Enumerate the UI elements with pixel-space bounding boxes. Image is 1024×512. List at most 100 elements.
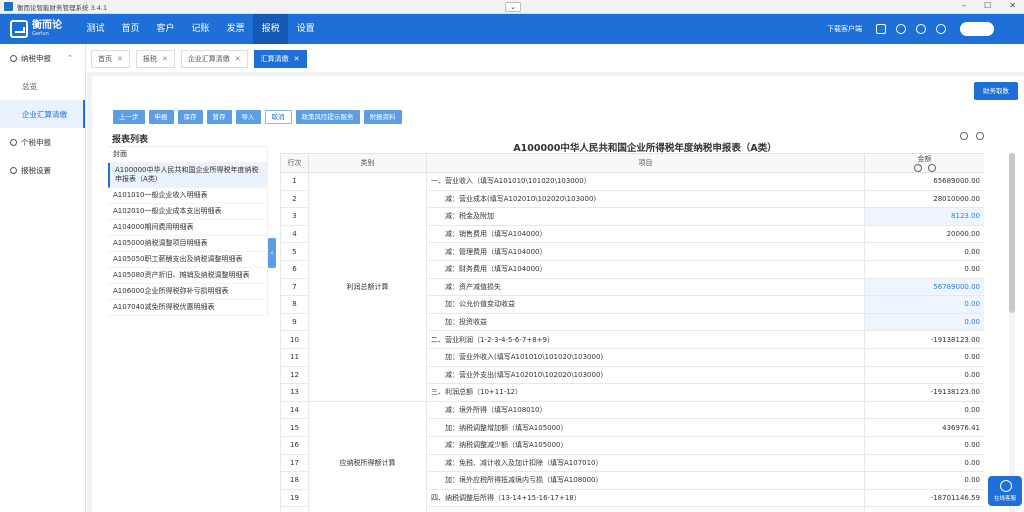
item-cell: 减：营业成本(填写A102010\102020\103000) [426,189,865,209]
sidebar-group-label: 个税申报 [21,137,51,147]
close-button[interactable]: ✕ [1009,1,1016,10]
collapse-list-handle[interactable]: ‹ [268,238,276,268]
tab-bar: 首页 ✕ 报税 ✕ 企业汇算清缴 ✕ 汇算清缴 ✕ [87,48,1024,70]
amount-cell: 0.00 [864,242,984,261]
sidebar-group-personal-tax[interactable]: 个税申报 [0,128,85,156]
sidebar-group-tax-settings[interactable]: 报税设置 [0,156,85,184]
amount-cell[interactable]: 56789000.00 [864,277,984,297]
sidebar-item-overview[interactable]: 总览 [0,72,85,100]
amount-cell[interactable]: 0.00 [864,295,984,314]
close-icon[interactable]: ✕ [162,55,168,63]
temp-save-button[interactable]: 暂存 [206,110,232,124]
report-list-item[interactable]: A105000纳税调整项目明细表 [108,236,267,252]
item-cell: 减：营业外支出(填写A102010\102020\103000) [426,365,865,385]
item-cell: 减：销售费用（填写A104000） [426,224,865,244]
sidebar-group-tax-declaration[interactable]: 纳税申报 ⌃ [0,44,85,72]
amount-cell: -19138123.00 [864,330,984,349]
row-number: 1 [280,172,309,191]
row-number: 4 [280,224,309,244]
amount-cell: 0.00 [864,471,984,490]
minimize-button[interactable]: – [962,1,966,10]
item-cell: 减：纳税调整减少额（填写A105000） [426,435,865,455]
amount-cell: 0.00 [864,453,984,473]
sidebar: 纳税申报 ⌃ 总览 企业汇算清缴 个税申报 报税设置 [0,44,86,512]
amount-cell[interactable]: 0.00 [864,312,984,332]
nav-item[interactable]: 记账 [183,14,218,44]
report-list-item[interactable]: A102010一般企业成本支出明细表 [108,204,267,220]
row-number: 12 [280,365,309,385]
tab-label: 报税 [142,55,157,63]
item-cell: 加：境外应税所得抵减境内亏损（填写A108000） [426,471,865,490]
item-cell: 加：投资收益 [426,312,865,332]
import-button[interactable]: 导入 [235,110,261,124]
table-row: 1 利润总额计算 一、营业收入（填写A101010\101020\103000） 65… [280,172,984,402]
tab-settlement[interactable]: 汇算清缴 ✕ [253,50,307,68]
brand-name: 衡而论 [32,20,62,31]
user-avatar[interactable] [960,22,994,36]
zoom-in-icon[interactable] [960,132,968,140]
report-list-item[interactable]: A104000期间费用明细表 [108,220,267,236]
row-number: 16 [280,435,309,455]
headset-icon[interactable] [916,24,926,34]
tab-home[interactable]: 首页 ✕ [91,50,130,68]
amount-cell[interactable]: 8123.00 [864,207,984,226]
item-cell: 减：境外所得（填写A108010） [426,400,865,420]
collapse-button[interactable]: ⌄ [505,2,521,12]
nav-item[interactable]: 设置 [288,14,323,44]
zoom-out-icon[interactable] [976,132,984,140]
scan-icon[interactable] [876,24,886,34]
download-client-link[interactable]: 下载客户端 [827,24,862,34]
help-icon[interactable] [936,24,946,34]
row-number: 18 [280,471,309,490]
row-number: 20 [280,506,309,512]
declare-button[interactable]: 申报 [148,110,174,124]
online-support-button[interactable]: 在线客服 [988,476,1022,506]
attachments-button[interactable]: 附报资料 [363,110,402,124]
report-list: 报表列表 封面 A100000中华人民共和国企业所得税年度纳税申报表（A类） A10… [108,132,268,512]
document-icon [10,138,17,146]
action-toolbar: 上一步 申报 保存 暂存 导入 取消 政策风险提示服务 附报资料 [113,110,402,124]
nav-item[interactable]: 测试 [78,14,113,44]
header-amount: 金额 [864,153,984,173]
save-button[interactable]: 保存 [177,110,203,124]
scrollbar-thumb[interactable] [1009,153,1015,313]
cancel-button[interactable]: 取消 [264,110,292,124]
prev-step-button[interactable]: 上一步 [113,110,145,124]
sidebar-group-label: 纳税申报 [21,53,51,63]
report-list-item[interactable]: A106000企业所得税弥补亏损明细表 [108,284,267,300]
row-number: 2 [280,189,309,209]
tab-enterprise-settlement[interactable]: 企业汇算清缴 ✕ [180,50,248,68]
report-list-item[interactable]: A105050职工薪酬支出及纳税调整明细表 [108,252,267,268]
item-cell: 减：免税、减计收入及加计扣除（填写A107010） [426,453,865,473]
report-list-item[interactable]: A100000中华人民共和国企业所得税年度纳税申报表（A类） [108,163,267,188]
logo: 衡而论 Gerlun [0,20,72,38]
tab-tax[interactable]: 报税 ✕ [135,50,175,68]
item-cell: 加：纳税调整增加额（填写A105000） [426,418,865,437]
nav-item[interactable]: 发票 [218,14,253,44]
row-number: 19 [280,488,309,508]
top-nav: 衡而论 Gerlun 测试 首页 客户 记账 发票 报税 设置 下载客户端 [0,14,1024,44]
report-list-item[interactable]: 封面 [108,147,267,163]
sidebar-item-annual-settlement[interactable]: 企业汇算清缴 [0,100,85,128]
tax-icon [10,54,17,62]
nav-item[interactable]: 报税 [253,14,289,44]
policy-risk-button[interactable]: 政策风险提示服务 [295,110,360,124]
report-list-item[interactable]: A105080资产折旧、摊销及纳税调整明细表 [108,268,267,284]
report-list-item[interactable]: A107040减免所得税优惠明细表 [108,300,267,316]
nav-item[interactable]: 客户 [148,14,183,44]
zoom-out-icon[interactable] [927,164,936,172]
report-list-item[interactable]: A101010一般企业收入明细表 [108,188,267,204]
zoom-in-icon[interactable] [913,164,922,172]
tab-label: 企业汇算清缴 [187,55,230,63]
tab-label: 汇算清缴 [260,55,289,63]
close-icon[interactable]: ✕ [117,55,123,63]
category-cell: 利润总额计算 [308,172,427,402]
maximize-button[interactable]: ☐ [984,1,991,10]
window-titlebar: 衡而论智能财务管理系统 3.4.1 ⌄ – ☐ ✕ [0,0,1024,14]
bell-icon[interactable] [896,24,906,34]
finance-fetch-button[interactable]: 财务取数 [974,82,1018,100]
nav-item[interactable]: 首页 [113,14,148,44]
item-cell: 四、纳税调整后所得（13-14+15-16-17+18） [426,488,865,508]
close-icon[interactable]: ✕ [235,55,241,63]
close-icon[interactable]: ✕ [294,55,300,63]
